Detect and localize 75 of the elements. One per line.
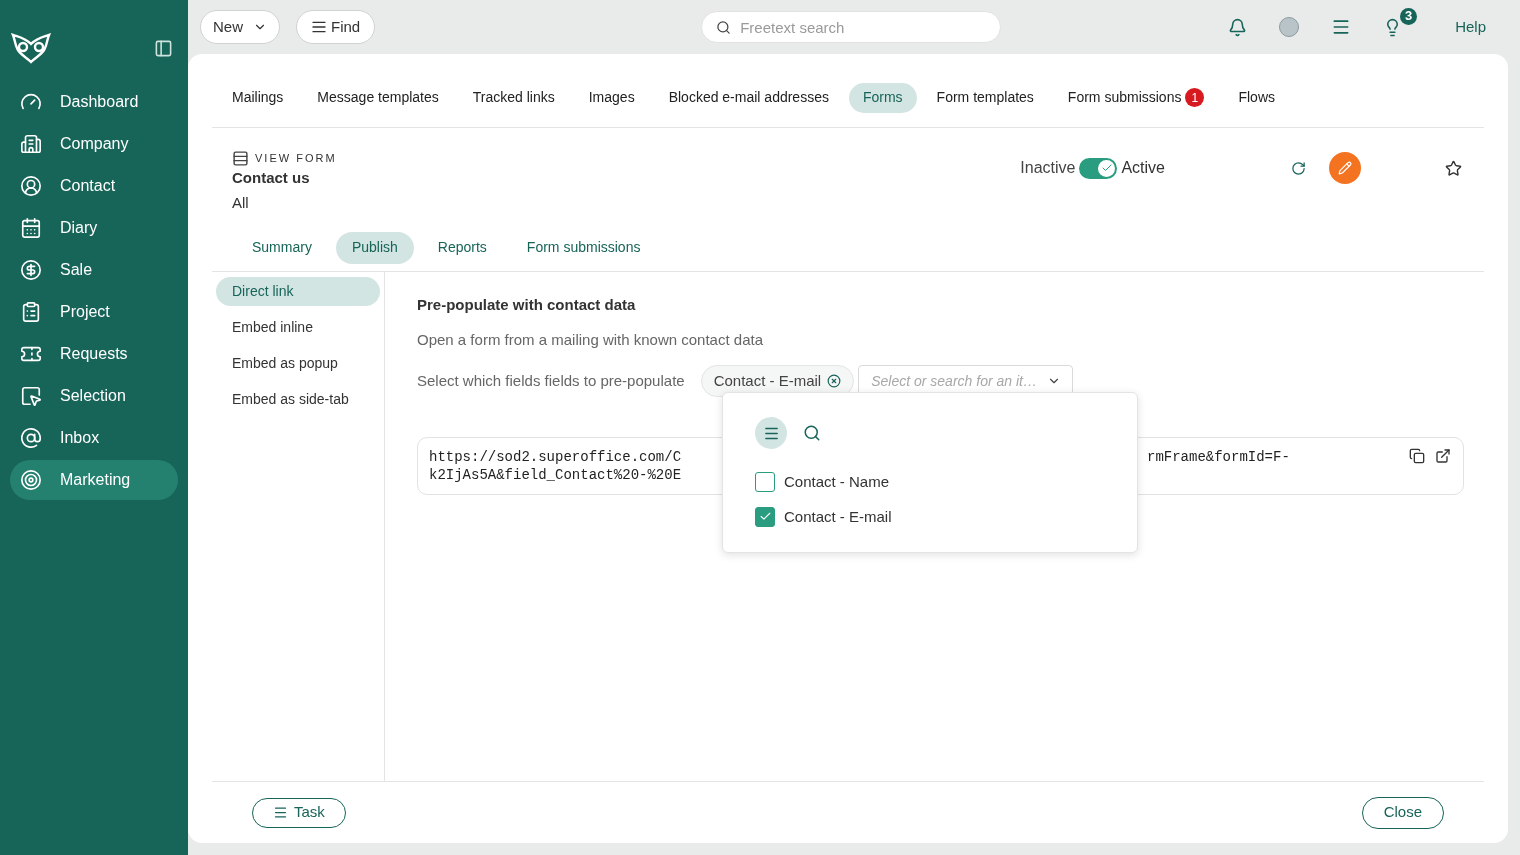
copy-icon[interactable] <box>1409 448 1425 464</box>
tab[interactable]: Mailings <box>218 82 298 113</box>
sidebar-item[interactable]: Diary <box>10 208 178 248</box>
tab[interactable]: Message templates <box>303 82 453 113</box>
checkbox[interactable] <box>755 472 775 493</box>
find-button[interactable]: Find <box>296 10 376 44</box>
tab[interactable]: Form submissions 1 <box>1053 82 1219 113</box>
bell-icon[interactable] <box>1228 17 1248 37</box>
sub-tab[interactable]: Summary <box>236 231 328 264</box>
tab[interactable]: Tracked links <box>458 82 569 113</box>
sidebar-item[interactable]: Project <box>10 292 178 332</box>
option-label[interactable]: Contact - Name <box>784 471 890 494</box>
active-label: Active <box>1121 158 1165 178</box>
status-switch[interactable] <box>1079 157 1118 179</box>
panel-toggle-icon[interactable] <box>154 38 173 58</box>
refresh-icon[interactable] <box>1291 160 1306 176</box>
form-subtitle: All <box>232 192 250 213</box>
section-description: Open a form from a mailing with known contact data <box>417 329 764 350</box>
sub-tab[interactable]: Form submissions <box>510 231 657 264</box>
publish-option[interactable]: Direct link <box>216 277 380 306</box>
building-icon <box>20 133 42 155</box>
form-title: Contact us <box>232 168 311 188</box>
dollar-icon <box>20 259 42 281</box>
search-icon <box>716 20 732 35</box>
external-link-icon[interactable] <box>1435 448 1451 464</box>
view-caption: VIEW FORM <box>255 151 337 167</box>
list-view-button[interactable] <box>755 417 787 449</box>
clipboard-icon <box>20 301 42 323</box>
tab[interactable]: Flows <box>1224 82 1289 113</box>
pencil-icon <box>1338 161 1352 175</box>
publish-option[interactable]: Embed as popup <box>216 349 380 378</box>
sidebar-item[interactable]: Dashboard <box>10 82 178 122</box>
sidebar-item[interactable]: Contact <box>10 166 178 206</box>
fields-label: Select which fields fields to pre-populate <box>417 370 685 391</box>
sidebar-item[interactable]: Selection <box>10 376 178 416</box>
selection-icon <box>20 385 42 407</box>
sub-tab[interactable]: Publish <box>335 231 414 264</box>
section-title: Pre-populate with contact data <box>417 295 637 315</box>
edit-button[interactable] <box>1329 152 1361 184</box>
url-text: k2IjAs5A&field_Contact%20-%20E <box>429 466 683 484</box>
tab[interactable]: Form templates <box>922 82 1048 113</box>
inactive-label: Inactive <box>1020 158 1076 178</box>
tips-button[interactable]: 3 <box>1383 7 1418 37</box>
tab[interactable]: Blocked e-mail addresses <box>654 82 843 113</box>
star-icon[interactable] <box>1445 159 1462 177</box>
tab[interactable]: Forms <box>848 82 917 113</box>
form-icon <box>232 150 249 167</box>
remove-icon[interactable] <box>827 374 842 388</box>
publish-option[interactable]: Embed inline <box>216 313 380 342</box>
at-sign-icon <box>20 427 42 449</box>
option-label[interactable]: Contact - E-mail <box>784 505 892 528</box>
menu-icon <box>273 805 288 820</box>
tab[interactable]: Images <box>574 82 649 113</box>
find-icon <box>311 19 327 35</box>
user-circle-icon <box>20 175 42 197</box>
count-badge: 1 <box>1185 88 1205 107</box>
sidebar-item[interactable]: Requests <box>10 334 178 374</box>
sidebar-item[interactable]: Sale <box>10 250 178 290</box>
url-text: https://sod2.superoffice.com/C <box>429 448 683 466</box>
help-link[interactable]: Help <box>1455 15 1486 39</box>
target-icon <box>20 469 42 491</box>
sub-tab[interactable]: Reports <box>421 231 503 264</box>
count-badge: 3 <box>1400 7 1418 25</box>
new-button[interactable]: New <box>200 10 280 44</box>
sidebar-item[interactable]: Inbox <box>10 418 178 458</box>
sidebar-item[interactable]: Marketing <box>10 460 178 500</box>
sidebar-item[interactable]: Company <box>10 124 178 164</box>
search-icon[interactable] <box>803 424 821 442</box>
calendar-icon <box>20 217 42 239</box>
url-text: rmFrame&formId=F- <box>1147 448 1290 466</box>
checkbox[interactable] <box>755 506 775 527</box>
check-icon <box>1100 162 1113 174</box>
publish-option[interactable]: Embed as side-tab <box>216 385 380 414</box>
owl-logo <box>11 32 51 64</box>
search-field[interactable]: Freetext search <box>701 11 1002 43</box>
